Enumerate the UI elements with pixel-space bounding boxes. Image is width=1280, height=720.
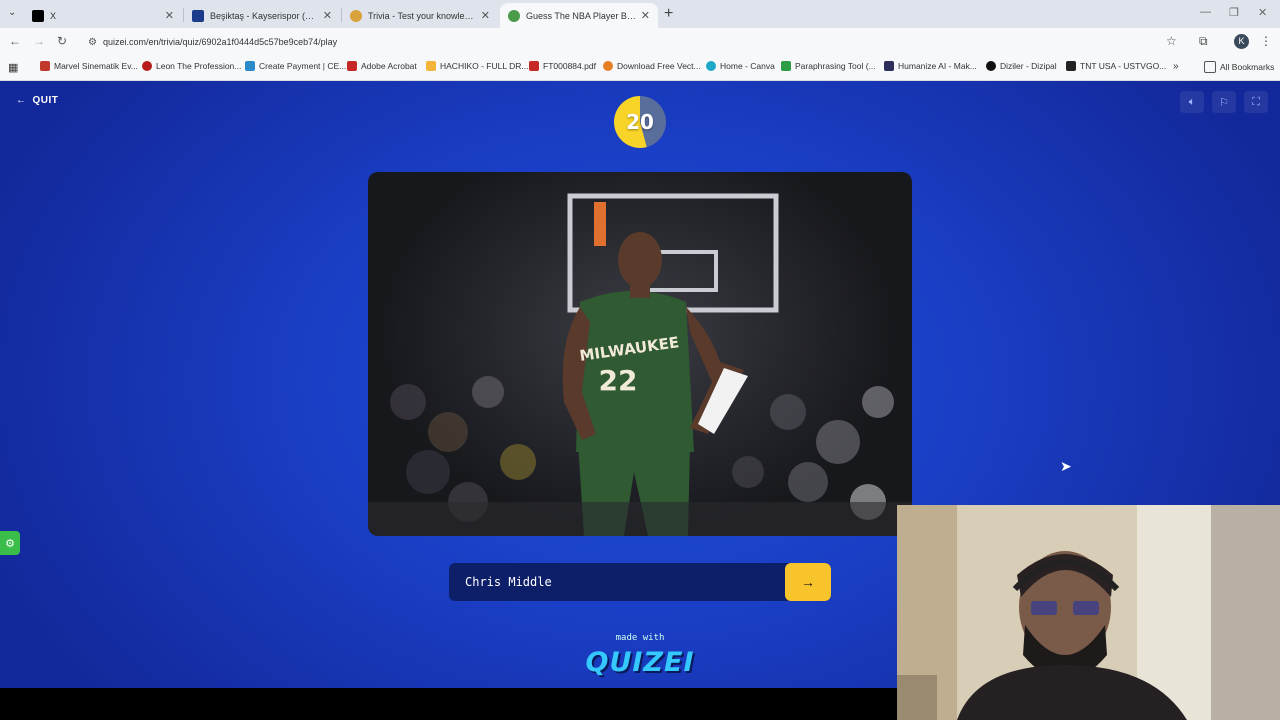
countdown-timer: 20 [614,96,666,148]
bookmark-favicon-icon [781,61,791,71]
bookmark-favicon-icon [884,61,894,71]
answer-box: → [449,563,831,601]
bookmark-favicon-icon [603,61,613,71]
news-favicon-icon [192,9,204,22]
bookmark-favicon-icon [706,61,716,71]
accessibility-widget-button[interactable]: ⚙ [0,531,20,555]
player-photo: MILWAUKEE 22 [368,172,912,536]
bookmark-item[interactable]: Adobe Acrobat [347,61,417,71]
mouse-cursor-icon: ➤ [1060,458,1072,474]
flag-icon: ⚐ [1219,96,1229,109]
minimize-icon[interactable]: — [1200,6,1211,18]
bookmark-item[interactable]: Leon The Profession... [142,61,241,71]
quizei-favicon-icon [508,9,520,22]
webcam-overlay [897,505,1280,720]
apps-grid-icon[interactable]: ▦ [8,61,18,74]
all-bookmarks-folder[interactable]: All Bookmarks [1204,61,1274,73]
fullscreen-button[interactable]: ⛶ [1244,91,1268,113]
bookmark-item[interactable]: TNT USA - USTVGO... [1066,61,1166,71]
site-info-icon[interactable]: ⚙ [88,37,97,48]
close-tab-icon[interactable]: ✕ [641,9,650,22]
close-window-icon[interactable]: ✕ [1258,6,1267,19]
bookmark-favicon-icon [1066,61,1076,71]
player-illustration: MILWAUKEE 22 [368,193,912,536]
bookmark-item[interactable]: Humanize AI - Mak... [884,61,977,71]
bookmark-star-icon[interactable]: ☆ [1166,34,1177,48]
sound-toggle-button[interactable]: 🔈︎ [1180,91,1204,113]
bookmark-item[interactable]: Diziler - Dizipal [986,61,1057,71]
bookmarks-bar: ▦ Marvel Sinematik Ev... Leon The Profes… [0,56,1280,81]
quizei-logo-text: QUIZEI [585,647,695,678]
bookmark-item[interactable]: HACHIKO - FULL DR... [426,61,528,71]
bookmark-favicon-icon [245,61,255,71]
profile-avatar[interactable]: K [1234,34,1249,49]
bookmark-item[interactable]: Home - Canva [706,61,775,71]
trivia-favicon-icon [350,9,362,22]
close-tab-icon[interactable]: ✕ [323,9,332,22]
quizei-logo[interactable]: QUIZEI [560,647,720,678]
bookmark-favicon-icon [347,61,357,71]
fullscreen-icon: ⛶ [1252,95,1260,108]
tab-besiktas[interactable]: Beşiktaş - Kayserispor (19.01.20... ✕ [184,3,340,28]
forward-icon[interactable]: → [33,34,45,48]
bookmark-item[interactable]: Download Free Vect... [603,61,701,71]
jersey-number-text: 22 [599,364,638,397]
bookmark-favicon-icon [986,61,996,71]
arrow-right-icon: → [801,574,815,590]
close-tab-icon[interactable]: ✕ [481,9,490,22]
back-icon[interactable]: ← [9,34,21,48]
new-tab-button[interactable]: + [664,5,673,23]
tab-search-chevron-icon[interactable]: ⌄ [8,7,16,18]
bookmark-favicon-icon [529,61,539,71]
bookmark-item[interactable]: Paraphrasing Tool (... [781,61,876,71]
speaker-icon: 🔈︎ [1188,95,1196,108]
report-flag-button[interactable]: ⚐ [1212,91,1236,113]
restore-icon[interactable]: ❐ [1229,6,1239,19]
tab-strip: ⌄ X ✕ Beşiktaş - Kayserispor (19.01.20..… [0,0,1280,28]
submit-button[interactable]: → [785,563,831,601]
folder-icon [1204,61,1216,73]
reload-icon[interactable]: ↻ [57,34,67,48]
tab-trivia[interactable]: Trivia - Test your knowledge - ... ✕ [342,3,498,28]
quit-button[interactable]: ← QUIT [16,95,58,106]
arrow-left-icon: ← [16,95,27,106]
tab-guess-nba-active[interactable]: Guess The NBA Player By Their ... ✕ [500,3,658,28]
tab-x[interactable]: X ✕ [24,3,182,28]
toolbar: ← → ↻ ⚙ quizei.com/en/trivia/quiz/6902a1… [0,28,1280,56]
bookmark-favicon-icon [40,61,50,71]
webcam-feed-image [897,505,1280,720]
gear-icon: ⚙ [5,537,15,550]
address-bar[interactable]: ⚙ quizei.com/en/trivia/quiz/6902a1f0444d… [78,31,1190,53]
bookmark-item[interactable]: Create Payment | CE... [245,61,346,71]
bookmark-favicon-icon [142,61,152,71]
x-favicon-icon [32,9,44,22]
extensions-icon[interactable]: ⧉ [1199,34,1208,49]
bookmark-favicon-icon [426,61,436,71]
answer-input[interactable] [449,563,785,601]
made-with-label: made with [615,633,665,643]
bookmark-item[interactable]: Marvel Sinematik Ev... [40,61,138,71]
url-text: quizei.com/en/trivia/quiz/6902a1f0444d5c… [102,37,338,47]
bookmark-item[interactable]: FT000884.pdf [529,61,596,71]
menu-kebab-icon[interactable]: ⋮ [1260,34,1272,48]
more-bookmarks-chevron-icon[interactable]: » [1173,61,1179,72]
close-tab-icon[interactable]: ✕ [165,9,174,22]
